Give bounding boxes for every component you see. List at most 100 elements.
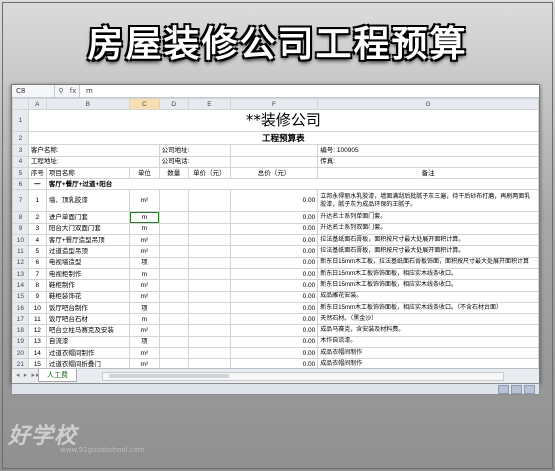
row-header[interactable]: 20 — [12, 347, 29, 360]
cell-price[interactable] — [187, 256, 231, 269]
cell-no[interactable]: 7 — [27, 267, 47, 281]
sheet-subtitle[interactable]: 工程预算表 — [27, 131, 539, 146]
header-no[interactable]: 序号 — [27, 166, 47, 180]
cell-unit[interactable]: m — [129, 211, 160, 224]
code-label[interactable]: 编号: 100905 — [317, 144, 539, 157]
header-qty[interactable]: 数量 — [158, 166, 189, 180]
cell-no[interactable]: 8 — [27, 279, 47, 292]
cell-item[interactable]: 鞋柜装饰花 — [45, 290, 131, 303]
cell-qty[interactable] — [158, 290, 189, 303]
cell-item[interactable]: 客厅+餐厅造型吊顶 — [45, 234, 131, 247]
cell-unit[interactable]: 项 — [129, 301, 160, 315]
cell-price[interactable] — [187, 279, 231, 292]
corner-cell[interactable] — [12, 97, 29, 111]
cell-price[interactable] — [187, 335, 231, 349]
cell-total[interactable]: 0.00 — [229, 301, 319, 315]
normal-view-icon[interactable] — [498, 385, 509, 394]
cell-price[interactable] — [187, 211, 231, 224]
scroll-thumb[interactable] — [109, 374, 229, 378]
cell-no[interactable]: 2 — [27, 211, 47, 224]
header-total[interactable]: 总价（元） — [229, 166, 319, 180]
cell-qty[interactable] — [158, 267, 189, 281]
row-header[interactable]: 19 — [12, 335, 29, 349]
cell-price[interactable] — [187, 324, 231, 337]
cell-qty[interactable] — [158, 189, 189, 213]
column-header-c[interactable]: C — [129, 97, 160, 111]
cell-no[interactable]: 9 — [27, 290, 47, 303]
cell-qty[interactable] — [158, 313, 189, 326]
company-phone-label[interactable]: 公司电话: — [158, 155, 231, 168]
cell-unit[interactable]: m² — [129, 234, 160, 247]
project-address-label[interactable]: 工程地址: — [27, 155, 160, 168]
cell-item[interactable]: 过道衣帽间制作 — [45, 347, 131, 360]
empty-cell[interactable] — [229, 155, 319, 168]
company-title[interactable]: **装修公司 — [27, 109, 539, 133]
column-header-b[interactable]: B — [45, 97, 131, 111]
header-item[interactable]: 项目名称 — [45, 166, 131, 180]
cell-note[interactable]: 升达名士系列单面门套。 — [317, 211, 539, 224]
page-layout-icon[interactable] — [511, 385, 522, 394]
cell-price[interactable] — [187, 267, 231, 281]
row-header[interactable]: 15 — [12, 290, 29, 303]
customer-label[interactable]: 客户名称: — [27, 144, 160, 157]
cell-no[interactable]: 6 — [27, 256, 47, 269]
cell-note[interactable]: 成品衣帽间制作 — [317, 347, 539, 360]
cell-qty[interactable] — [158, 234, 189, 247]
cell-no[interactable]: 1 — [27, 189, 47, 213]
cell-total[interactable]: 0.00 — [229, 222, 319, 236]
cell-qty[interactable] — [158, 301, 189, 315]
row-header[interactable]: 10 — [12, 234, 29, 247]
cell-unit[interactable]: m — [129, 267, 160, 281]
cell-note[interactable]: 新东日15mm木工板饰饰面板，相应实木线条收口。 — [317, 279, 539, 292]
cell-item[interactable]: 墙、顶乳胶漆 — [45, 189, 131, 213]
magnifier-icon[interactable]: ⚲ — [55, 87, 67, 95]
row-header[interactable]: 8 — [12, 211, 29, 224]
cell-total[interactable]: 0.00 — [229, 189, 319, 213]
cell-price[interactable] — [187, 245, 231, 258]
cell-note[interactable]: 天然石材。（黑金沙） — [317, 313, 539, 326]
cell-note[interactable]: 新东日15mm木工板饰饰面板，相应实木线条收口。 — [317, 267, 539, 281]
cell-total[interactable]: 0.00 — [229, 234, 319, 247]
row-header[interactable]: 5 — [12, 166, 29, 180]
tab-nav-arrows[interactable]: ◂ ▸ ▸▸ — [16, 371, 41, 379]
cell-no[interactable]: 12 — [27, 324, 47, 337]
empty-cell[interactable] — [229, 144, 319, 157]
cell-total[interactable]: 0.00 — [229, 267, 319, 281]
fax-label[interactable]: 传真: — [317, 155, 539, 168]
cell-item[interactable]: 进户单面门套 — [45, 211, 131, 224]
page-break-icon[interactable] — [524, 385, 535, 394]
cell-price[interactable] — [187, 301, 231, 315]
cell-unit[interactable]: m² — [129, 189, 160, 213]
cell-no[interactable]: 3 — [27, 222, 47, 236]
row-header[interactable]: 1 — [12, 109, 29, 133]
cell-total[interactable]: 0.00 — [229, 335, 319, 349]
cell-price[interactable] — [187, 313, 231, 326]
fx-button[interactable]: fx — [67, 87, 79, 95]
formula-input[interactable]: m — [79, 85, 539, 97]
cell-note[interactable]: 成品马赛克，含安装及材料费。 — [317, 324, 539, 337]
cell-note[interactable]: 成品雕花安装。 — [317, 290, 539, 303]
cell-note[interactable]: 新东日15mm木工板，拉法基纸面石膏板饰面，面积按尺寸最大处展开面积计算 — [317, 256, 539, 269]
cell-item[interactable]: 饭厅吧台制作 — [45, 301, 131, 315]
cell-qty[interactable] — [158, 279, 189, 292]
column-header-a[interactable]: A — [27, 97, 47, 111]
cell-item[interactable]: 饭厅吧台石材 — [45, 313, 131, 326]
cell-price[interactable] — [187, 290, 231, 303]
column-header-f[interactable]: F — [229, 97, 319, 111]
row-header[interactable]: 2 — [12, 131, 29, 146]
cell-unit[interactable]: m — [129, 313, 160, 326]
company-address-label[interactable]: 公司地址: — [158, 144, 231, 157]
cell-item[interactable]: 电视墙造型 — [45, 256, 131, 269]
header-note[interactable]: 备注 — [317, 166, 539, 180]
cell-price[interactable] — [187, 347, 231, 360]
header-price[interactable]: 单价（元） — [187, 166, 231, 180]
column-header-e[interactable]: E — [187, 97, 231, 111]
cell-note[interactable]: 拉法基纸面石膏板，面积按尺寸最大处展开面积计算。 — [317, 245, 539, 258]
cell-unit[interactable]: 项 — [129, 335, 160, 349]
cell-item[interactable]: 电视柜制作 — [45, 267, 131, 281]
cell-qty[interactable] — [158, 256, 189, 269]
row-header[interactable]: 4 — [12, 155, 29, 168]
cell-note[interactable]: 木作自流漆。 — [317, 335, 539, 349]
cell-total[interactable]: 0.00 — [229, 313, 319, 326]
cell-qty[interactable] — [158, 347, 189, 360]
